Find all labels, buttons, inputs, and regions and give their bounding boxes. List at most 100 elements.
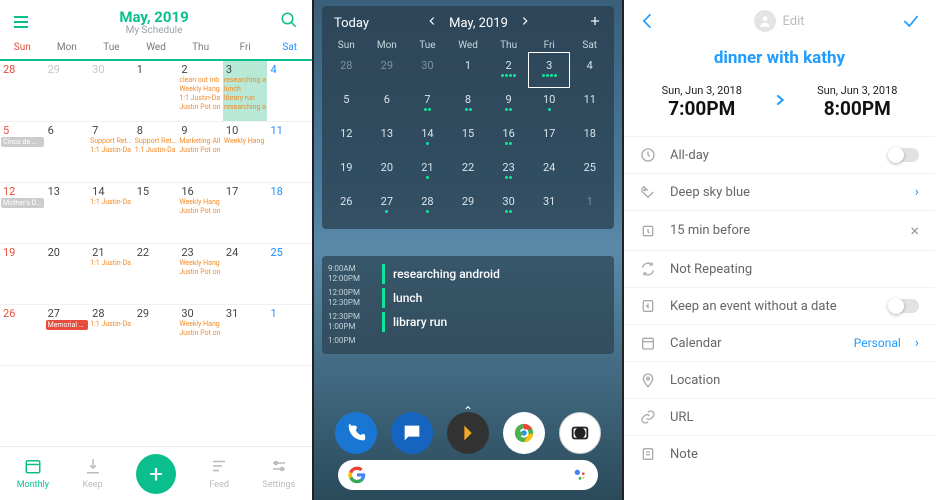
- calendar-day[interactable]: 24: [223, 244, 268, 304]
- today-button[interactable]: Today: [334, 16, 369, 31]
- widget-day[interactable]: 12: [326, 121, 367, 155]
- calendar-day[interactable]: 8Support Retro1:1 Justin-Da: [134, 122, 179, 182]
- widget-day[interactable]: 26: [326, 189, 367, 223]
- calendar-day[interactable]: 12Mother's Day: [0, 183, 45, 243]
- calendar-day[interactable]: 29: [134, 305, 179, 365]
- end-time[interactable]: Sun, Jun 3, 20188:00PM: [796, 84, 920, 120]
- calendar-day[interactable]: 31: [223, 305, 268, 365]
- calendar-day[interactable]: 1: [134, 61, 179, 121]
- row-note[interactable]: Note: [624, 435, 935, 472]
- calendar-day[interactable]: 13: [45, 183, 90, 243]
- prev-month-icon[interactable]: [425, 14, 439, 32]
- add-event-icon[interactable]: [588, 14, 602, 32]
- calendar-day[interactable]: 1: [267, 305, 312, 365]
- start-time[interactable]: Sun, Jun 3, 20187:00PM: [640, 84, 764, 120]
- widget-day[interactable]: 27: [367, 189, 408, 223]
- widget-day[interactable]: 14: [407, 121, 448, 155]
- widget-day[interactable]: 6: [367, 87, 408, 121]
- search-icon[interactable]: [280, 11, 298, 33]
- row-location[interactable]: Location: [624, 361, 935, 398]
- widget-day[interactable]: 15: [448, 121, 489, 155]
- widget-day[interactable]: 1: [569, 189, 610, 223]
- edit-label[interactable]: Edit: [754, 10, 804, 32]
- menu-icon[interactable]: [14, 16, 28, 28]
- schedule-slot[interactable]: 1:00PM: [328, 336, 608, 346]
- calendar-day[interactable]: 26: [0, 305, 45, 365]
- calendar-day[interactable]: 16Weekly HangJustin Pot on: [178, 183, 223, 243]
- widget-day[interactable]: 31: [529, 189, 570, 223]
- calendar-day[interactable]: 281:1 Justin-Da: [89, 305, 134, 365]
- row-keep[interactable]: Keep an event without a date: [624, 287, 935, 324]
- widget-day[interactable]: 13: [367, 121, 408, 155]
- calendar-day[interactable]: 7Support Retro1:1 Justin-Da: [89, 122, 134, 182]
- row-color[interactable]: Deep sky blue›: [624, 173, 935, 210]
- row-repeat[interactable]: Not Repeating: [624, 250, 935, 287]
- tab-settings[interactable]: Settings: [262, 457, 295, 490]
- widget-day[interactable]: 19: [326, 155, 367, 189]
- widget-day[interactable]: 23: [488, 155, 529, 189]
- schedule-slot[interactable]: 12:00PM12:30PMlunch: [328, 288, 608, 308]
- tab-monthly[interactable]: Monthly: [17, 457, 49, 490]
- calendar-day[interactable]: 5Cinco de Ma: [0, 122, 45, 182]
- calendar-day[interactable]: 27Memorial Da: [45, 305, 90, 365]
- plex-app-icon[interactable]: [447, 412, 489, 454]
- widget-day[interactable]: 9: [488, 87, 529, 121]
- widget-day[interactable]: 18: [569, 121, 610, 155]
- calendar-day[interactable]: 17: [223, 183, 268, 243]
- google-search-bar[interactable]: [338, 460, 598, 490]
- calendar-day[interactable]: 28: [0, 61, 45, 121]
- widget-day[interactable]: 10: [529, 87, 570, 121]
- schedule-slot[interactable]: 12:30PM1:00PMlibrary run: [328, 312, 608, 332]
- confirm-icon[interactable]: [901, 11, 921, 31]
- widget-day[interactable]: 22: [448, 155, 489, 189]
- calendar-day[interactable]: 15: [134, 183, 179, 243]
- row-allday[interactable]: All-day: [624, 136, 935, 173]
- widget-day[interactable]: 1: [448, 53, 489, 87]
- allday-toggle[interactable]: [889, 148, 919, 162]
- calendar-day[interactable]: 20: [45, 244, 90, 304]
- widget-day[interactable]: 28: [326, 53, 367, 87]
- month-title[interactable]: May, 2019: [28, 8, 280, 26]
- widget-day[interactable]: 28: [407, 189, 448, 223]
- calendar-day[interactable]: 9Marketing AllJustin Pot on: [178, 122, 223, 182]
- widget-day[interactable]: 29: [448, 189, 489, 223]
- calendar-day[interactable]: 18: [267, 183, 312, 243]
- widget-month[interactable]: May, 2019: [449, 16, 508, 31]
- calendar-day[interactable]: 141:1 Justin-Da: [89, 183, 134, 243]
- calendar-day[interactable]: 11: [267, 122, 312, 182]
- calendar-day[interactable]: 19: [0, 244, 45, 304]
- calendar-day[interactable]: 3researching alunchlibrary runresearchin…: [223, 61, 268, 121]
- calendar-day[interactable]: 211:1 Justin-Da: [89, 244, 134, 304]
- calendar-day[interactable]: 4: [267, 61, 312, 121]
- calendar-day[interactable]: 23Weekly HangJustin Pot on: [178, 244, 223, 304]
- row-url[interactable]: URL: [624, 398, 935, 435]
- calendar-day[interactable]: 29: [45, 61, 90, 121]
- widget-day[interactable]: 17: [529, 121, 570, 155]
- widget-day[interactable]: 8: [448, 87, 489, 121]
- widget-day[interactable]: 24: [529, 155, 570, 189]
- calendar-day[interactable]: 22: [134, 244, 179, 304]
- widget-day[interactable]: 2: [488, 53, 529, 87]
- keep-toggle[interactable]: [889, 299, 919, 313]
- event-title[interactable]: dinner with kathy: [624, 48, 935, 68]
- add-button[interactable]: +: [136, 454, 176, 494]
- calendar-day[interactable]: 6: [45, 122, 90, 182]
- calendar-day[interactable]: 30: [89, 61, 134, 121]
- widget-day[interactable]: 25: [569, 155, 610, 189]
- widget-day[interactable]: 3: [529, 53, 570, 87]
- widget-day[interactable]: 4: [569, 53, 610, 87]
- calendar-day[interactable]: 25: [267, 244, 312, 304]
- calendar-day[interactable]: 10Weekly Hang: [223, 122, 268, 182]
- row-calendar[interactable]: CalendarPersonal›: [624, 324, 935, 361]
- widget-day[interactable]: 30: [488, 189, 529, 223]
- tab-feed[interactable]: Feed: [209, 457, 229, 490]
- back-icon[interactable]: [638, 11, 658, 31]
- next-month-icon[interactable]: [518, 14, 532, 32]
- widget-day[interactable]: 20: [367, 155, 408, 189]
- calendar-day[interactable]: 30Weekly HangJustin Pot on: [178, 305, 223, 365]
- row-reminder[interactable]: 15 min before×: [624, 210, 935, 250]
- messages-app-icon[interactable]: [391, 412, 433, 454]
- widget-day[interactable]: 30: [407, 53, 448, 87]
- tab-keep[interactable]: Keep: [82, 457, 102, 490]
- widget-day[interactable]: 21: [407, 155, 448, 189]
